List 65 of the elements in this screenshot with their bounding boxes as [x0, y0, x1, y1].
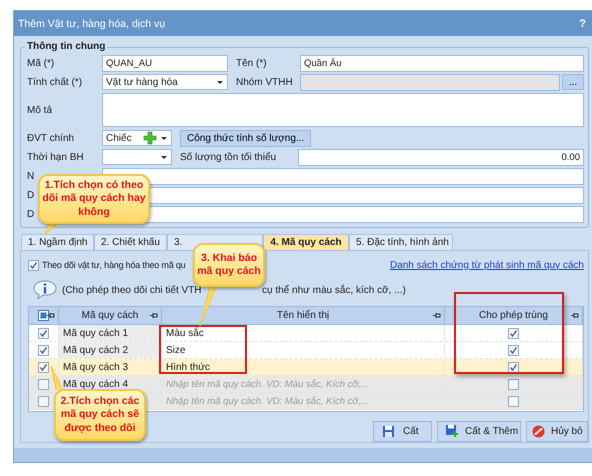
info-icon	[32, 279, 58, 301]
floppy-disk-plus-icon	[446, 425, 459, 438]
window-title: Thêm Vật tư, hàng hóa, dịch vụ	[18, 18, 166, 30]
prohibited-icon	[532, 425, 545, 438]
table-cell: Màu sắc	[166, 328, 204, 338]
table-cell: Mã quy cách 3	[63, 362, 128, 372]
button[interactable]: Hủy bỏ	[526, 421, 588, 442]
callout-tooltip: 3. Khai báo mã quy cách	[193, 243, 265, 287]
checkbox[interactable]	[38, 362, 49, 372]
info-text: (Cho phép theo dõi chi tiết VTH	[62, 284, 203, 296]
checkbox[interactable]	[38, 344, 49, 356]
checkbox[interactable]	[508, 362, 519, 372]
field-label: N	[27, 170, 34, 182]
input-field[interactable]: 0.00	[298, 148, 584, 166]
tab[interactable]: 1. Ngầm định	[21, 234, 94, 250]
column-header: Cho phép trùng	[479, 310, 548, 321]
info-text: cụ thể như màu sắc, kích cỡ, ...)	[262, 284, 406, 296]
field-label: ĐVT chính	[27, 132, 74, 144]
table-row[interactable]: Mã quy cách 1 Màu sắc	[29, 325, 583, 342]
dropdown[interactable]: Vật tư hàng hóa	[102, 74, 228, 90]
checkmark-icon	[29, 260, 38, 270]
link[interactable]: Danh sách chứng từ phát sinh mã quy cách	[390, 260, 584, 270]
field-label: Thời hạn BH	[27, 152, 84, 162]
field-label: D	[27, 190, 34, 200]
field-label: Tính chất (*)	[27, 76, 82, 88]
tab[interactable]: 2. Chiết khấu	[94, 234, 167, 250]
table-cell: Size	[166, 344, 186, 356]
field-label: Nhóm VTHH	[236, 76, 292, 88]
pin-icon	[47, 312, 55, 319]
table-cell: Mã quy cách 2	[63, 344, 128, 356]
tab[interactable]: 5. Đặc tính, hình ảnh	[349, 234, 453, 250]
field-label: Tên (*)	[236, 58, 268, 68]
checkbox[interactable]	[38, 328, 49, 338]
pin-icon	[433, 312, 441, 319]
column-header: Mã quy cách	[82, 310, 138, 321]
pin-icon	[571, 312, 579, 319]
plus-icon	[143, 131, 157, 145]
dropdown[interactable]: Chiếc	[102, 130, 172, 146]
table-cell: Mã quy cách 4	[63, 378, 128, 390]
select-all-checkbox-icon	[38, 310, 49, 321]
table-cell: Mã quy cách 1	[63, 328, 128, 338]
checkbox[interactable]	[508, 328, 519, 338]
input-field[interactable]: Quần Âu	[300, 54, 584, 72]
group-title: Thông tin chung	[25, 41, 108, 52]
input-field[interactable]: QUAN_AU	[102, 54, 228, 72]
checkbox[interactable]	[28, 260, 39, 270]
field-label: D	[27, 208, 34, 220]
field-label: Số lượng tồn tối thiểu	[180, 152, 278, 162]
table-cell: Hình thức	[166, 362, 210, 372]
text-area[interactable]	[102, 93, 584, 127]
checkbox[interactable]	[508, 344, 519, 356]
callout-tooltip: 1.Tích chọn có theo dõi mã quy cách hay không	[38, 174, 150, 224]
tab[interactable]: 4. Mã quy cách	[263, 234, 349, 250]
callout-tail	[50, 366, 64, 390]
button[interactable]: Cất & Thêm	[437, 421, 521, 442]
button[interactable]: Cất	[373, 421, 432, 442]
callout-tooltip: 2.Tích chọn các mã quy cách sẽ được theo dõi	[54, 389, 146, 441]
pin-icon	[150, 312, 158, 319]
dropdown[interactable]	[102, 149, 172, 165]
column-header: Tên hiển thị	[276, 310, 330, 321]
field-label: Mã (*)	[27, 58, 54, 68]
formula-button[interactable]: Công thức tính số lượng...	[180, 130, 312, 146]
table-row[interactable]: Mã quy cách 3 Hình thức	[29, 359, 583, 376]
field-label: Mô tả	[27, 104, 52, 116]
checkbox-label: Theo dõi vật tư, hàng hóa theo mã qu	[42, 260, 186, 270]
